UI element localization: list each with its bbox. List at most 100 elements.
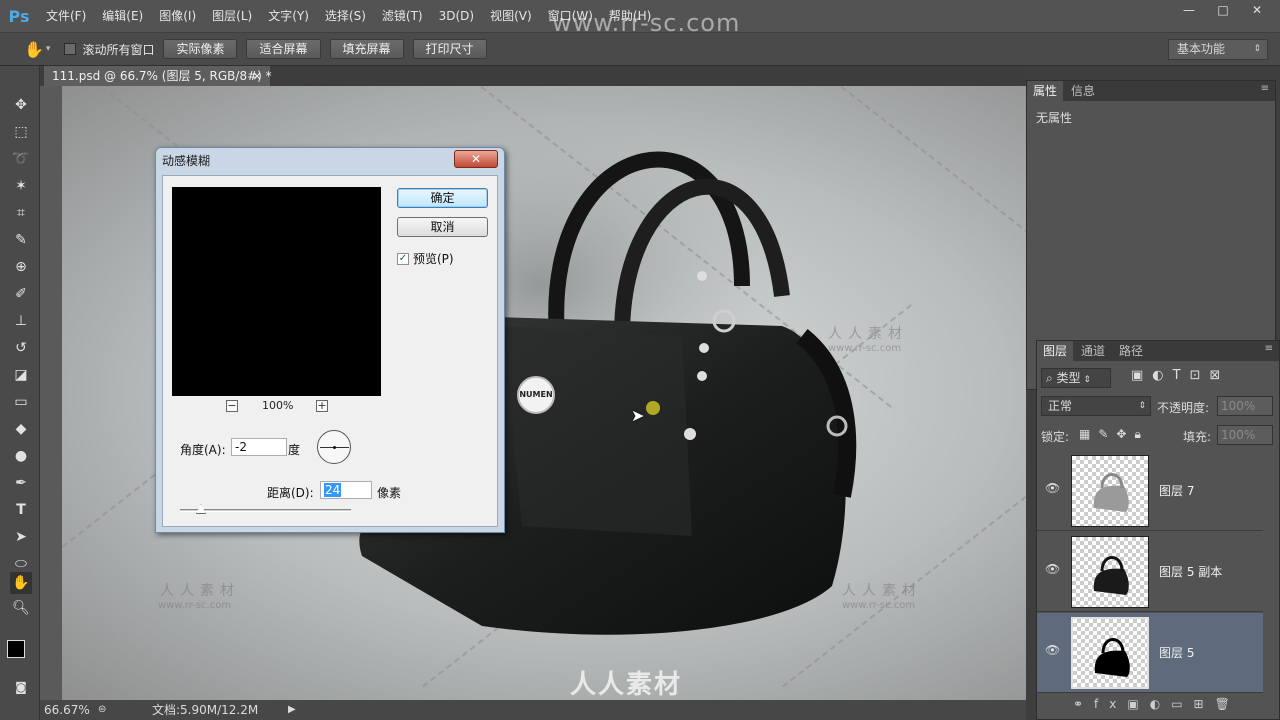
dialog-title: 动感模糊 (162, 154, 211, 168)
status-bar: 66.67% ⊜ 文档:5.90M/12.2M ▶ (40, 700, 1036, 720)
zoom-in-icon[interactable]: + (316, 400, 328, 412)
checkbox-box[interactable] (64, 43, 77, 55)
zoom-out-icon[interactable]: − (226, 400, 238, 412)
fill-screen-button[interactable]: 填充屏幕 (329, 39, 404, 59)
lock-icons[interactable]: ▦✎✥🔒︎ (1079, 427, 1149, 442)
menu-bar: Ps 文件(F) 编辑(E) 图像(I) 图层(L) 文字(Y) 选择(S) 滤… (0, 0, 1280, 37)
close-button[interactable]: ✕ (1240, 0, 1274, 20)
status-menu-arrow-icon[interactable]: ▶ (288, 700, 296, 720)
layer-name: 图层 5 (1159, 646, 1195, 660)
document-tab[interactable]: 111.psd @ 66.7% (图层 5, RGB/8#) * × (44, 66, 272, 86)
opacity-field[interactable]: 100% (1217, 396, 1273, 416)
layer-row[interactable]: 👁︎ 图层 5 副本 (1037, 532, 1263, 612)
opacity-value: 100% (1221, 399, 1256, 413)
visibility-eye-icon[interactable]: 👁︎ (1045, 643, 1060, 657)
search-icon: ⌕ (1046, 371, 1057, 385)
maximize-button[interactable]: □ (1206, 0, 1240, 20)
angle-label: 角度(A): (180, 443, 226, 457)
dodge-tool-icon[interactable]: ● (10, 445, 32, 467)
tool-preset-chevron-icon[interactable]: ▾ (46, 44, 51, 54)
fill-value: 100% (1221, 428, 1256, 442)
tab-properties[interactable]: 属性 (1027, 81, 1064, 101)
motion-blur-dialog: 动感模糊 ✕ − 100% + 确定 取消 ✓ 预览(P) 角度(A): -2 … (155, 147, 505, 533)
clone-stamp-tool-icon[interactable]: ⊥ (10, 310, 32, 332)
healing-brush-tool-icon[interactable]: ⊕ (10, 256, 32, 278)
gradient-tool-icon[interactable]: ▭ (10, 391, 32, 413)
layer-row[interactable]: 👁︎ 图层 7 (1037, 451, 1263, 531)
print-size-button[interactable]: 打印尺寸 (412, 39, 487, 59)
path-selection-tool-icon[interactable]: ➤ (10, 526, 32, 548)
filter-preview[interactable] (172, 187, 381, 396)
distance-input[interactable]: 24 (320, 481, 372, 499)
ok-button[interactable]: 确定 (397, 188, 488, 208)
status-info-icon[interactable]: ⊜ (98, 700, 106, 720)
tab-info[interactable]: 信息 (1065, 81, 1101, 101)
brush-tool-icon[interactable]: ✐ (10, 283, 32, 305)
crop-tool-icon[interactable]: ⌗ (10, 202, 32, 224)
distance-unit: 像素 (377, 486, 402, 500)
quick-mask-icon[interactable]: ◙ (10, 676, 32, 698)
zoom-tool-icon[interactable]: 🔍︎ (10, 597, 32, 619)
menu-3d[interactable]: 3D(D) (431, 0, 482, 32)
magic-wand-tool-icon[interactable]: ✶ (10, 175, 32, 197)
preview-checkbox[interactable]: ✓ 预览(P) (397, 250, 454, 267)
move-tool-icon[interactable]: ✥ (10, 94, 32, 116)
type-tool-icon[interactable]: T (10, 499, 32, 521)
document-tab-bar: 111.psd @ 66.7% (图层 5, RGB/8#) * × (40, 66, 1026, 86)
close-icon[interactable]: × (252, 66, 262, 86)
distance-slider[interactable] (180, 509, 351, 512)
menu-type[interactable]: 文字(Y) (260, 0, 317, 32)
dialog-close-button[interactable]: ✕ (454, 150, 498, 168)
scroll-all-windows-checkbox[interactable]: 滚动所有窗口 (64, 41, 154, 58)
menu-layer[interactable]: 图层(L) (204, 0, 260, 32)
menu-view[interactable]: 视图(V) (482, 0, 540, 32)
visibility-eye-icon[interactable]: 👁︎ (1045, 562, 1060, 576)
layer-thumbnail (1071, 455, 1149, 527)
chevron-down-icon: ⇕ (1253, 44, 1261, 54)
hand-tool-icon[interactable]: ✋ (24, 40, 44, 59)
fill-field[interactable]: 100% (1217, 425, 1273, 445)
layer-row-selected[interactable]: 👁︎ 图层 5 (1037, 613, 1263, 693)
window-controls: — □ ✕ (1172, 0, 1274, 20)
zoom-level[interactable]: 66.67% (44, 700, 90, 720)
tab-paths[interactable]: 路径 (1113, 341, 1149, 361)
menu-file[interactable]: 文件(F) (38, 0, 94, 32)
options-bar: ✋ ▾ 滚动所有窗口 实际像素 适合屏幕 填充屏幕 打印尺寸 基本功能 ⇕ (0, 32, 1280, 66)
brand-badge: NUMEN (517, 376, 555, 414)
angle-input[interactable]: -2 (231, 438, 287, 456)
layer-filter-icons[interactable]: ▣◐T⊡⊠ (1131, 368, 1229, 383)
layers-bottom-toolbar[interactable]: ⚭fx▣◐▭⊞🗑︎ (1073, 697, 1241, 711)
menu-select[interactable]: 选择(S) (317, 0, 374, 32)
checkmark-icon[interactable]: ✓ (397, 252, 409, 265)
eyedropper-tool-icon[interactable]: ✎ (10, 229, 32, 251)
cancel-button[interactable]: 取消 (397, 217, 488, 237)
fill-label: 填充: (1183, 430, 1212, 444)
layer-filter-select[interactable]: ⌕ 类型 ⇕ (1041, 368, 1111, 388)
actual-pixels-button[interactable]: 实际像素 (163, 39, 238, 59)
minimize-button[interactable]: — (1172, 0, 1206, 20)
fit-screen-button[interactable]: 适合屏幕 (246, 39, 321, 59)
right-panel-dock: 属性 信息 ≡ 无属性 🗑︎ 图层 通道 路径 ≡ ⌕ 类型 ⇕ ▣◐T⊡⊠ 正… (1026, 66, 1280, 720)
blend-mode-select[interactable]: 正常 ⇕ (1041, 396, 1151, 416)
hand-tool-icon[interactable]: ✋ (10, 572, 32, 594)
pen-tool-icon[interactable]: ✒ (10, 472, 32, 494)
layers-panel: 图层 通道 路径 ≡ ⌕ 类型 ⇕ ▣◐T⊡⊠ 正常 ⇕ 不透明度: 100% 锁… (1036, 340, 1280, 720)
marquee-tool-icon[interactable]: ⬚ (10, 121, 32, 143)
menu-image[interactable]: 图像(I) (151, 0, 204, 32)
scroll-all-windows-label: 滚动所有窗口 (82, 42, 155, 57)
menu-edit[interactable]: 编辑(E) (94, 0, 151, 32)
blur-tool-icon[interactable]: ◆ (10, 418, 32, 440)
angle-dial[interactable] (317, 430, 351, 464)
layer-name: 图层 7 (1159, 484, 1195, 498)
panel-menu-icon[interactable]: ≡ (1261, 83, 1269, 94)
tab-channels[interactable]: 通道 (1075, 341, 1111, 361)
lasso-tool-icon[interactable]: ➰ (10, 148, 32, 170)
tab-layers[interactable]: 图层 (1037, 341, 1074, 361)
panel-menu-icon[interactable]: ≡ (1265, 343, 1273, 354)
visibility-eye-icon[interactable]: 👁︎ (1045, 481, 1060, 495)
workspace-select[interactable]: 基本功能 ⇕ (1168, 39, 1268, 60)
foreground-color-swatch[interactable] (7, 640, 25, 658)
history-brush-tool-icon[interactable]: ↺ (10, 337, 32, 359)
menu-filter[interactable]: 滤镜(T) (374, 0, 431, 32)
eraser-tool-icon[interactable]: ◪ (10, 364, 32, 386)
